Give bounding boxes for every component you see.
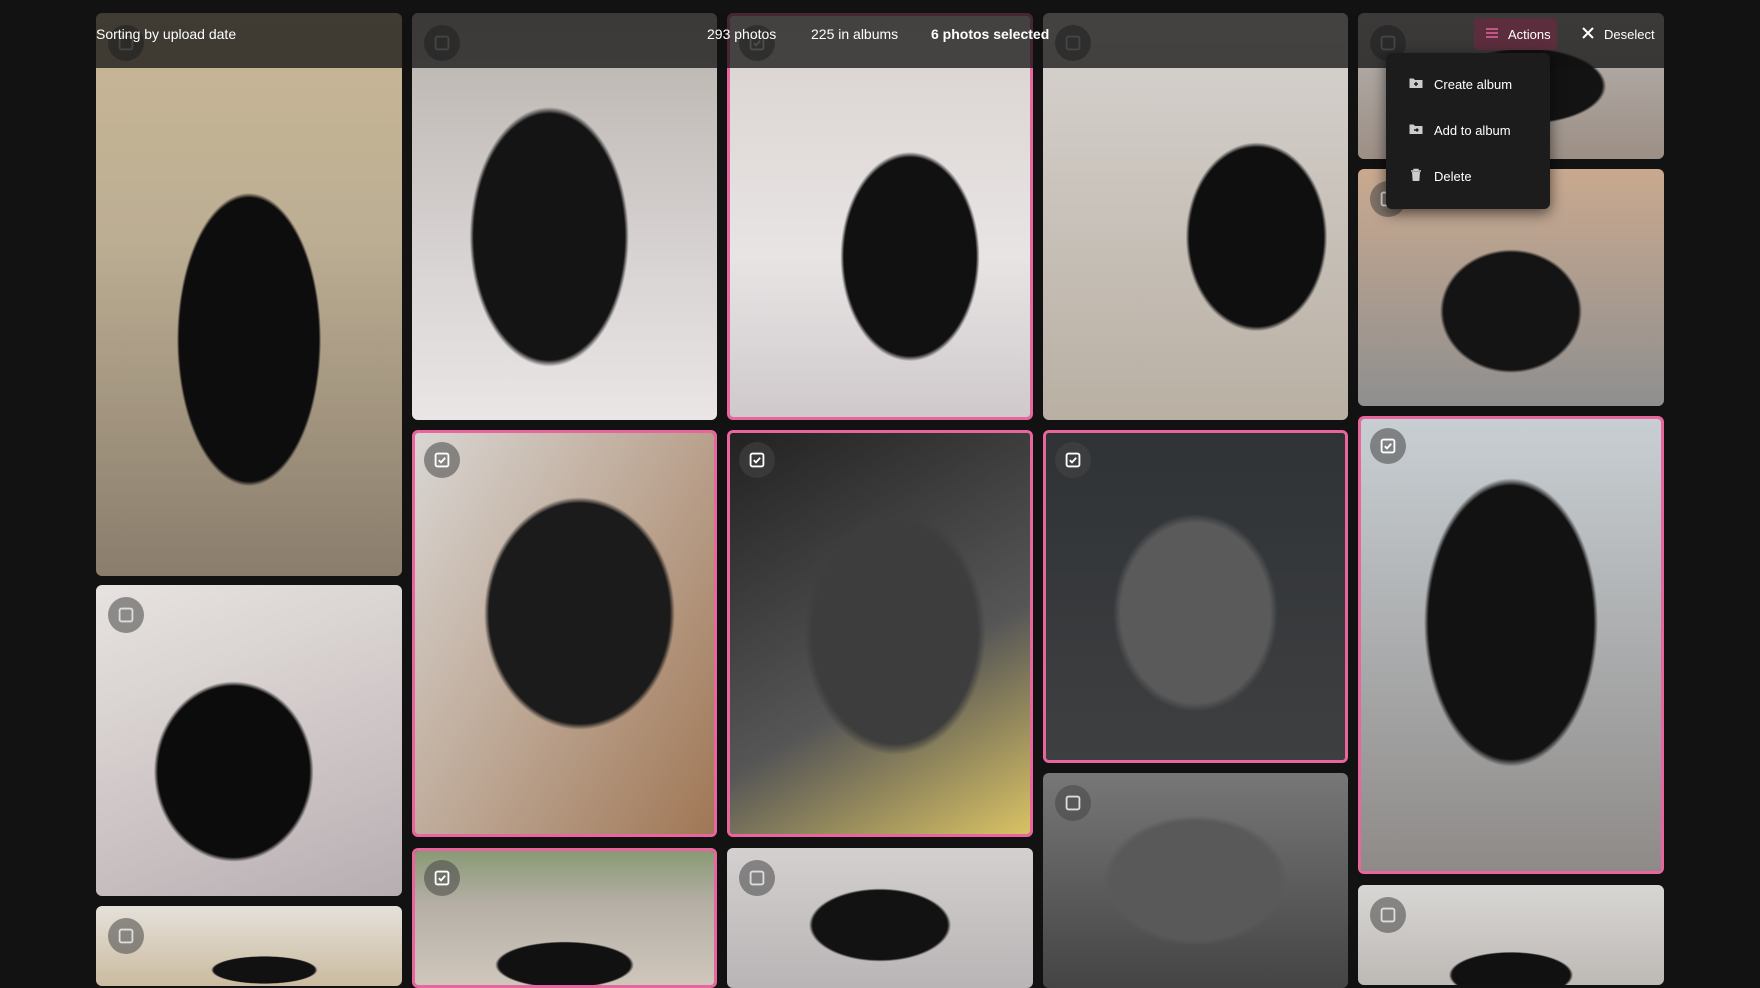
photo-tile[interactable] [96, 585, 402, 896]
checkbox-unchecked-icon[interactable] [739, 860, 775, 896]
menu-item-delete[interactable]: Delete [1386, 153, 1550, 199]
checkbox-checked-icon[interactable] [424, 442, 460, 478]
photo-tile[interactable] [1043, 773, 1348, 988]
photo-image [1361, 419, 1661, 871]
checkbox-checked-icon[interactable] [1370, 428, 1406, 464]
photo-tile[interactable] [96, 13, 402, 576]
menu-item-create-album[interactable]: Create album [1386, 61, 1550, 107]
trash-icon [1408, 167, 1424, 186]
photo-image [730, 16, 1030, 417]
photo-tile[interactable] [412, 13, 717, 420]
close-icon [1580, 25, 1596, 44]
actions-button[interactable]: Actions [1474, 18, 1557, 50]
photo-image [96, 906, 402, 986]
photo-count: 293 photos [707, 26, 777, 42]
photo-tile-selected[interactable] [412, 430, 717, 837]
deselect-button-label: Deselect [1604, 26, 1655, 42]
photo-tile-selected[interactable] [727, 13, 1033, 420]
checkbox-checked-icon[interactable] [739, 442, 775, 478]
actions-menu: Create album Add to album Delete [1386, 53, 1550, 209]
photo-tile[interactable] [1358, 885, 1664, 985]
folder-add-icon [1408, 121, 1424, 140]
photo-image [96, 585, 402, 896]
photo-image [96, 13, 402, 576]
checkbox-unchecked-icon[interactable] [108, 597, 144, 633]
deselect-button[interactable]: Deselect [1580, 18, 1655, 50]
menu-item-add-to-album[interactable]: Add to album [1386, 107, 1550, 153]
selected-count: 6 photos selected [931, 26, 1050, 42]
photo-tile-selected[interactable] [412, 848, 717, 988]
folder-plus-icon [1408, 75, 1424, 94]
photo-image [412, 13, 717, 420]
photo-tile[interactable] [727, 848, 1033, 988]
checkbox-unchecked-icon[interactable] [1055, 785, 1091, 821]
checkbox-checked-icon[interactable] [424, 860, 460, 896]
photo-image [415, 851, 714, 985]
menu-item-label: Create album [1434, 76, 1513, 92]
photo-image [730, 433, 1030, 834]
photo-tile[interactable] [1043, 13, 1348, 420]
menu-item-label: Add to album [1434, 122, 1511, 138]
photo-image [1046, 433, 1345, 760]
sort-label[interactable]: Sorting by upload date [96, 26, 236, 42]
checkbox-checked-icon[interactable] [1055, 442, 1091, 478]
photo-image [415, 433, 714, 834]
photo-tile-selected[interactable] [1358, 416, 1664, 874]
album-count: 225 in albums [811, 26, 899, 42]
checkbox-unchecked-icon[interactable] [108, 918, 144, 954]
actions-button-label: Actions [1508, 26, 1551, 42]
photo-image [1043, 13, 1348, 420]
photo-tile-selected[interactable] [1043, 430, 1348, 763]
menu-icon [1484, 25, 1500, 44]
photo-tile[interactable] [96, 906, 402, 986]
menu-item-label: Delete [1434, 168, 1472, 184]
photo-tile-selected[interactable] [727, 430, 1033, 837]
photo-image [1358, 885, 1664, 985]
checkbox-unchecked-icon[interactable] [1370, 897, 1406, 933]
